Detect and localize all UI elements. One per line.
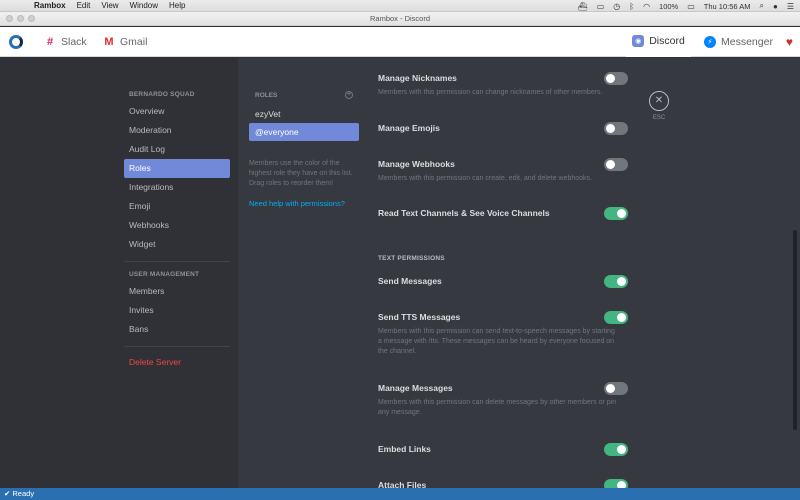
display-icon[interactable]: ▭ (597, 2, 605, 11)
perm-manage-nicknames: Manage Nicknames Members with this permi… (378, 73, 628, 98)
sidebar-item-widget[interactable]: Widget (124, 235, 230, 254)
tab-discord[interactable]: ◉ Discord (626, 27, 691, 57)
roles-note: Members use the color of the highest rol… (249, 160, 353, 187)
messenger-icon: ⚡ (704, 36, 716, 48)
toggle-manage-nicknames[interactable] (604, 72, 628, 85)
tab-messenger-label: Messenger (721, 36, 773, 48)
docker-icon[interactable]: ⛴ (578, 2, 588, 11)
mac-menubar: Rambox Edit View Window Help ⛴ ▭ ◷ ᛒ ◠ 1… (0, 0, 800, 12)
tab-gmail[interactable]: M Gmail (103, 27, 147, 57)
menu-window[interactable]: Window (130, 1, 158, 10)
delete-server-button[interactable]: Delete Server (124, 353, 230, 372)
perm-desc: Members with this permission can delete … (378, 399, 617, 416)
close-settings-button[interactable]: ✕ (649, 91, 669, 111)
perm-title: Send TTS Messages (378, 312, 461, 322)
perm-title: Manage Webhooks (378, 159, 455, 169)
user-management-header: USER MANAGEMENT (129, 271, 200, 278)
history-icon[interactable]: ◷ (613, 2, 620, 11)
sidebar-item-overview[interactable]: Overview (124, 102, 230, 121)
sidebar-divider (124, 346, 230, 347)
check-icon: ✔ (4, 489, 11, 498)
perm-embed-links: Embed Links (378, 444, 628, 454)
perm-send-tts: Send TTS Messages Members with this perm… (378, 312, 628, 357)
role-item-ezyvet[interactable]: ezyVet (249, 105, 359, 123)
esc-label: ESC (652, 115, 666, 121)
perm-title: Embed Links (378, 444, 431, 454)
battery-icon[interactable]: ▭ (687, 2, 695, 11)
role-item-everyone[interactable]: @everyone (249, 123, 359, 141)
sidebar-item-webhooks[interactable]: Webhooks (124, 216, 230, 235)
perm-manage-messages: Manage Messages Members with this permis… (378, 383, 628, 418)
toggle-send-messages[interactable] (604, 275, 628, 288)
tab-discord-label: Discord (649, 35, 685, 47)
roles-header: ROLES (255, 91, 278, 99)
menu-app[interactable]: Rambox (34, 1, 66, 10)
heart-icon[interactable]: ♥ (786, 35, 793, 49)
list-icon[interactable]: ☰ (787, 2, 794, 11)
tab-slack-label: Slack (61, 36, 87, 48)
rambox-logo-icon[interactable] (9, 35, 23, 49)
perm-send-messages: Send Messages (378, 276, 628, 286)
toggle-send-tts[interactable] (604, 311, 628, 324)
menu-edit[interactable]: Edit (77, 1, 91, 10)
sidebar-item-bans[interactable]: Bans (124, 320, 230, 339)
sidebar-item-audit-log[interactable]: Audit Log (124, 140, 230, 159)
sidebar-item-emoji[interactable]: Emoji (124, 197, 230, 216)
add-role-icon[interactable]: + (345, 91, 353, 99)
service-tabbar: # Slack M Gmail ◉ Discord ⚡ Messenger ♥ (0, 27, 800, 57)
settings-sidebar: BERNARDO SQUAD Overview Moderation Audit… (124, 88, 230, 372)
status-bar: ✔ Ready (0, 488, 800, 500)
perm-desc: Members with this permission can change … (378, 89, 603, 96)
perm-title: Manage Messages (378, 383, 453, 393)
status-text: Ready (12, 489, 35, 498)
zoom-window-button[interactable] (28, 15, 35, 22)
toggle-manage-webhooks[interactable] (604, 158, 628, 171)
perm-title: Manage Emojis (378, 123, 440, 133)
perm-desc: Members with this permission can send te… (378, 328, 615, 355)
clock[interactable]: Thu 10:56 AM (704, 2, 751, 11)
permissions-scrollbar[interactable] (793, 230, 797, 430)
minimize-window-button[interactable] (17, 15, 24, 22)
search-icon[interactable]: ⌕ (760, 1, 764, 11)
battery-percent: 100% (659, 1, 679, 11)
slack-icon: # (46, 36, 54, 48)
bluetooth-icon[interactable]: ᛒ (629, 2, 634, 11)
server-header: BERNARDO SQUAD (129, 91, 195, 98)
perm-read-channels: Read Text Channels & See Voice Channels (378, 208, 628, 218)
window-title: Rambox - Discord (369, 14, 430, 23)
perm-manage-webhooks: Manage Webhooks Members with this permis… (378, 159, 628, 184)
window-titlebar: Rambox - Discord (0, 12, 800, 26)
toggle-manage-messages[interactable] (604, 382, 628, 395)
sidebar-item-invites[interactable]: Invites (124, 301, 230, 320)
sidebar-divider (124, 261, 230, 262)
close-window-button[interactable] (6, 15, 13, 22)
tab-messenger[interactable]: ⚡ Messenger (704, 27, 773, 57)
toggle-embed-links[interactable] (604, 443, 628, 456)
sidebar-item-members[interactable]: Members (124, 282, 230, 301)
permissions-help-link[interactable]: Need help with permissions? (249, 199, 359, 208)
perm-title: Manage Nicknames (378, 73, 457, 83)
perm-title: Read Text Channels & See Voice Channels (378, 208, 550, 218)
menu-view[interactable]: View (101, 1, 118, 10)
tab-gmail-label: Gmail (120, 36, 148, 48)
perm-manage-emojis: Manage Emojis (378, 123, 628, 133)
roles-list: ROLES + ezyVet @everyone Members use the… (249, 88, 359, 208)
toggle-manage-emojis[interactable] (604, 122, 628, 135)
sidebar-item-integrations[interactable]: Integrations (124, 178, 230, 197)
text-permissions-header: TEXT PERMISSIONS (378, 255, 445, 262)
gmail-icon: M (104, 36, 114, 48)
perm-desc: Members with this permission can create,… (378, 175, 592, 182)
sidebar-item-roles[interactable]: Roles (124, 159, 230, 178)
sidebar-item-moderation[interactable]: Moderation (124, 121, 230, 140)
menu-help[interactable]: Help (169, 1, 185, 10)
perm-title: Send Messages (378, 276, 442, 286)
discord-icon: ◉ (632, 35, 645, 47)
toggle-read-channels[interactable] (604, 207, 628, 220)
user-icon[interactable]: ● (773, 2, 778, 11)
wifi-icon[interactable]: ◠ (643, 2, 650, 11)
tab-slack[interactable]: # Slack (44, 27, 87, 57)
